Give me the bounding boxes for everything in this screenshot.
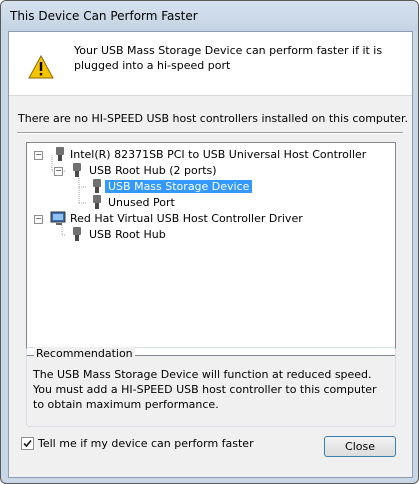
dialog-window: This Device Can Perform Faster Your USB … (0, 0, 419, 484)
dialog-client: Your USB Mass Storage Device can perform… (8, 31, 413, 478)
tree-toggle-redhat[interactable]: − (34, 215, 43, 224)
computer-icon (50, 211, 66, 225)
usb-plug-icon (56, 147, 64, 161)
separator (17, 132, 403, 134)
message-banner: Your USB Mass Storage Device can perform… (9, 32, 412, 96)
status-text: There are no HI-SPEED USB host controlle… (18, 112, 408, 125)
usb-plug-icon (93, 179, 101, 193)
usb-plug-icon (73, 227, 81, 241)
tree-item-redhat-controller[interactable]: Red Hat Virtual USB Host Controller Driv… (70, 211, 303, 227)
recommendation-text: The USB Mass Storage Device will functio… (33, 368, 377, 411)
tree-toggle-intel[interactable]: − (34, 151, 43, 160)
tree-item-unused-port[interactable]: Unused Port (108, 195, 175, 211)
tree-item-intel-controller[interactable]: Intel(R) 82371SB PCI to USB Universal Ho… (70, 147, 366, 163)
warning-icon (28, 55, 54, 79)
selected-item-label: USB Mass Storage Device (105, 180, 253, 193)
tree-toggle-root-hub[interactable]: − (54, 167, 63, 176)
recommendation-group: Recommendation The USB Mass Storage Devi… (26, 347, 396, 427)
usb-plug-icon (93, 195, 101, 209)
notify-checkbox[interactable] (21, 437, 34, 450)
checkmark-icon (23, 439, 32, 448)
usb-plug-icon (73, 163, 81, 177)
tree-item-mass-storage[interactable]: USB Mass Storage Device (105, 179, 253, 195)
notify-checkbox-label[interactable]: Tell me if my device can perform faster (38, 437, 254, 450)
title-bar[interactable]: This Device Can Perform Faster (1, 1, 418, 31)
recommendation-title: Recommendation (34, 347, 135, 360)
close-button[interactable]: Close (324, 436, 396, 457)
tree-item-root-hub-2-ports[interactable]: USB Root Hub (2 ports) (89, 163, 217, 179)
window-title: This Device Can Perform Faster (10, 9, 198, 23)
usb-device-tree[interactable]: − Intel(R) 82371SB PCI to USB Universal … (26, 142, 396, 356)
banner-message: Your USB Mass Storage Device can perform… (74, 44, 383, 72)
tree-item-root-hub[interactable]: USB Root Hub (89, 227, 166, 243)
